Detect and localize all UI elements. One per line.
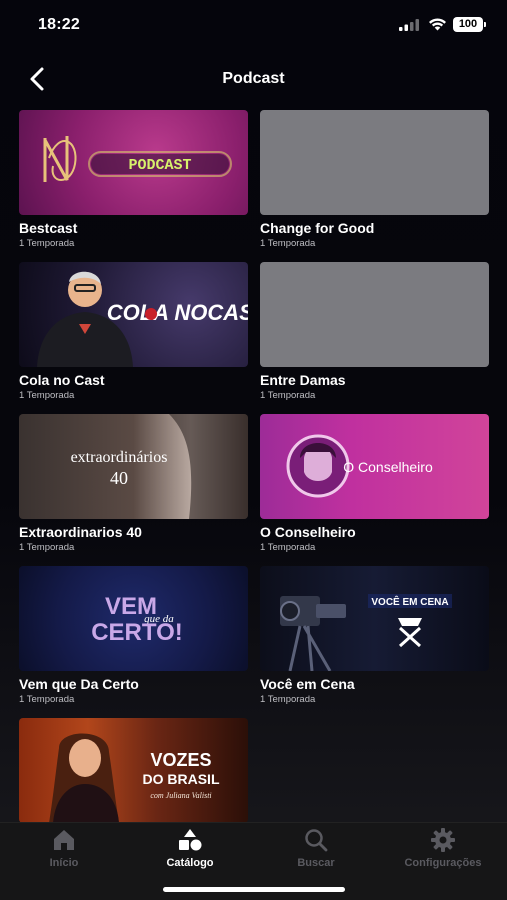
podcast-thumbnail-placeholder xyxy=(260,262,489,367)
bestcast-art-label: PODCAST xyxy=(128,157,191,174)
podcast-card-voce-em-cena[interactable]: VOCÊ EM CENA Você em Cena 1 Temporada xyxy=(260,566,489,705)
podcast-title: Você em Cena xyxy=(260,676,355,692)
tab-label: Início xyxy=(49,857,79,869)
vozes-art-line2: DO BRASIL xyxy=(143,771,220,787)
vozes-art-line3: com Juliana Valisti xyxy=(150,791,211,800)
podcast-seasons: 1 Temporada xyxy=(260,542,316,553)
podcast-thumbnail: VOCÊ EM CENA xyxy=(260,566,489,671)
podcast-title: Vem que Da Certo xyxy=(19,676,139,692)
podcast-seasons: 1 Temporada xyxy=(19,694,75,705)
podcast-seasons: 1 Temporada xyxy=(260,390,316,401)
cola-no-cast-art-label: COLA NOCAST xyxy=(107,300,248,325)
status-time: 18:22 xyxy=(38,16,80,33)
home-icon xyxy=(54,830,74,850)
extraordinarios-artwork: extraordinários 40 xyxy=(71,414,248,519)
podcast-thumbnail-placeholder xyxy=(260,110,489,215)
podcast-thumbnail: VOZES DO BRASIL com Juliana Valisti xyxy=(19,718,248,822)
podcast-card-entre-damas[interactable]: Entre Damas 1 Temporada xyxy=(260,262,489,401)
podcast-card-change-for-good[interactable]: Change for Good 1 Temporada xyxy=(260,110,489,249)
cellular-signal-icon xyxy=(399,19,419,31)
tab-label: Configurações xyxy=(404,857,482,869)
podcast-seasons: 1 Temporada xyxy=(260,694,316,705)
shapes-icon xyxy=(179,829,202,851)
vozes-do-brasil-artwork: VOZES DO BRASIL com Juliana Valisti xyxy=(49,733,220,822)
podcast-title: O Conselheiro xyxy=(260,524,356,540)
podcast-title: Change for Good xyxy=(260,220,375,236)
podcast-thumbnail: VEM que da CERTO! xyxy=(19,566,248,671)
tab-label: Catálogo xyxy=(166,857,214,869)
podcast-card-cola-no-cast[interactable]: COLA NOCAST Cola no Cast 1 Temporada xyxy=(19,262,248,401)
gear-icon xyxy=(431,828,455,852)
tab-label: Buscar xyxy=(297,857,335,869)
podcast-thumbnail: extraordinários 40 xyxy=(19,414,248,519)
podcast-thumbnail: O Conselheiro xyxy=(260,414,489,519)
podcast-card-extraordinarios-40[interactable]: extraordinários 40 Extraordinarios 40 1 … xyxy=(19,414,248,553)
vem-que-da-certo-artwork: VEM que da CERTO! xyxy=(91,593,183,646)
podcast-seasons: 1 Temporada xyxy=(19,238,75,249)
vem-art-line3: CERTO! xyxy=(91,619,183,646)
extraordinarios-art-number: 40 xyxy=(110,468,128,488)
podcast-card-vozes-do-brasil[interactable]: VOZES DO BRASIL com Juliana Valisti xyxy=(19,718,248,822)
voce-em-cena-artwork: VOCÊ EM CENA xyxy=(280,594,452,671)
podcast-card-vem-que-da-certo[interactable]: VEM que da CERTO! Vem que Da Certo 1 Tem… xyxy=(19,566,248,705)
tab-buscar[interactable]: Buscar xyxy=(266,827,366,869)
battery-indicator: 100 xyxy=(453,17,486,32)
conselheiro-art-label: O Conselheiro xyxy=(343,459,433,475)
tab-catalogo[interactable]: Catálogo xyxy=(140,827,240,869)
tab-inicio[interactable]: Início xyxy=(14,827,114,869)
cola-no-cast-artwork: COLA NOCAST xyxy=(37,271,248,367)
podcast-seasons: 1 Temporada xyxy=(260,238,316,249)
conselheiro-artwork: O Conselheiro xyxy=(286,434,433,498)
bestcast-artwork: PODCAST xyxy=(43,136,232,182)
podcast-seasons: 1 Temporada xyxy=(19,390,75,401)
podcast-title: Bestcast xyxy=(19,220,78,236)
nav-header: Podcast xyxy=(0,58,507,100)
podcast-title: Extraordinarios 40 xyxy=(19,524,142,540)
podcast-thumbnail: COLA NOCAST xyxy=(19,262,248,367)
search-icon xyxy=(305,829,328,852)
podcast-card-o-conselheiro[interactable]: O Conselheiro O Conselheiro 1 Temporada xyxy=(260,414,489,553)
extraordinarios-art-label: extraordinários xyxy=(71,449,168,466)
home-indicator[interactable] xyxy=(163,887,345,892)
podcast-seasons: 1 Temporada xyxy=(19,542,75,553)
podcast-grid: PODCAST Bestcast 1 Temporada Change for … xyxy=(19,110,489,822)
vozes-art-line1: VOZES xyxy=(150,750,211,770)
status-bar: 18:22 100 xyxy=(0,0,507,50)
wifi-icon xyxy=(429,18,446,31)
tab-configuracoes[interactable]: Configurações xyxy=(393,827,493,869)
podcast-card-bestcast[interactable]: PODCAST Bestcast 1 Temporada xyxy=(19,110,248,249)
page-title: Podcast xyxy=(222,70,285,87)
voce-em-cena-art-label: VOCÊ EM CENA xyxy=(371,595,448,608)
podcast-thumbnail: PODCAST xyxy=(19,110,248,215)
podcast-title: Entre Damas xyxy=(260,372,346,388)
podcast-title: Cola no Cast xyxy=(19,372,105,388)
